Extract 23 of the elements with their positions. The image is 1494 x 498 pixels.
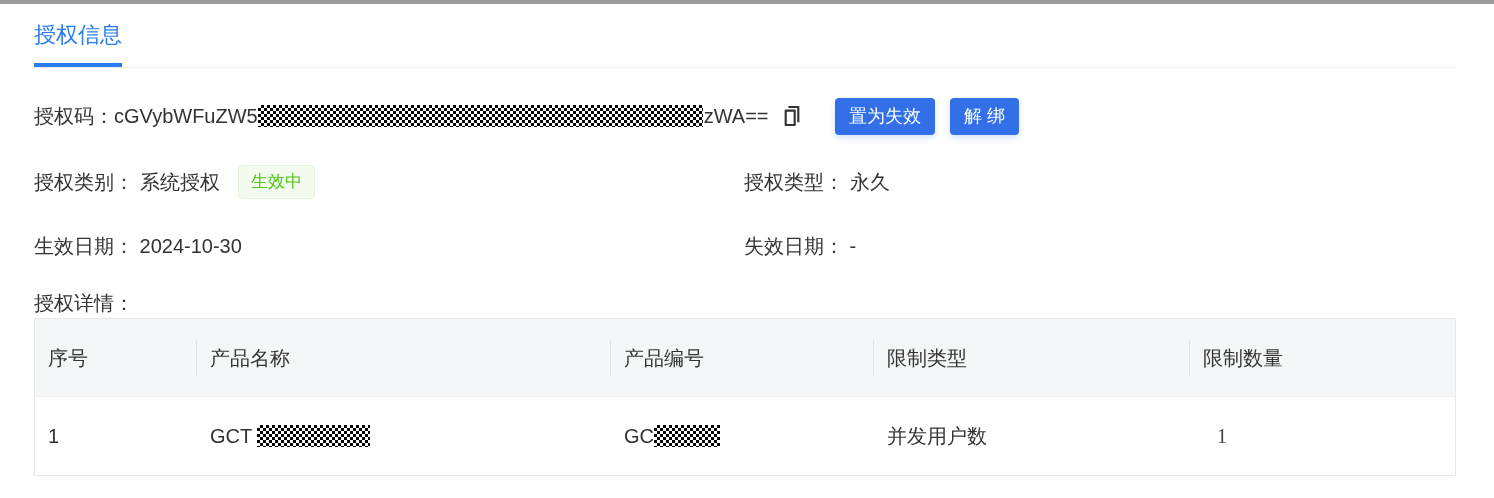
button[interactable]: 解 绑 — [949, 97, 1019, 135]
tab[interactable]: 授权信息 — [34, 4, 122, 67]
field-text: 生效日期： 2024-10-30 — [34, 234, 242, 259]
copy-icon[interactable] — [782, 105, 801, 127]
column-header: 产品名称 — [210, 345, 290, 371]
table-cell-text: 1 — [1216, 424, 1227, 449]
status-badge: 生效中 — [237, 165, 315, 199]
table-cell-text: GCT — [210, 424, 253, 449]
license-code-start: cGVybWFuZW5 — [114, 104, 258, 129]
column-header: 产品编号 — [624, 345, 704, 371]
field-text: 授权类型： 永久 — [744, 170, 890, 195]
section-label: 授权详情： — [34, 291, 135, 316]
license-code-end: zWA== — [703, 104, 769, 129]
column-header: 序号 — [48, 345, 88, 371]
column-header: 限制数量 — [1203, 345, 1283, 371]
field-label: 授权码： — [34, 104, 114, 129]
table-cell-text: 并发用户数 — [887, 424, 987, 449]
field-text: 失效日期： - — [744, 234, 857, 259]
table-cell-text: 1 — [48, 424, 60, 449]
button[interactable]: 置为失效 — [834, 97, 935, 135]
column-header: 限制类型 — [887, 345, 967, 371]
table-cell-text: GC — [624, 424, 654, 449]
field-text: 授权类别： 系统授权 — [34, 170, 220, 195]
